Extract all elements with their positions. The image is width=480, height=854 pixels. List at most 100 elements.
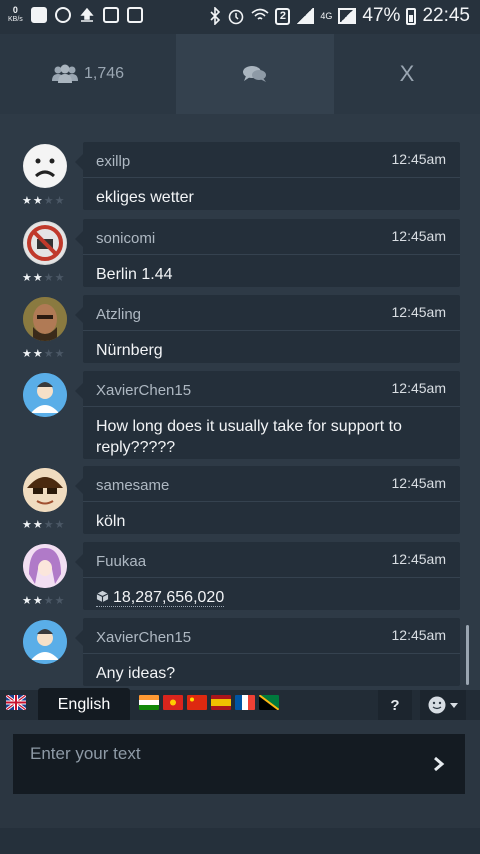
clock: 22:45 xyxy=(422,5,470,26)
message-bubble: XavierChen15 12:45am Any ideas? xyxy=(75,618,460,686)
battery-percent: 47% xyxy=(362,5,401,26)
chevron-down-icon xyxy=(450,702,458,708)
tab-close[interactable]: X xyxy=(334,34,480,114)
status-left: 0 KB/s xyxy=(8,6,143,24)
no-sign-icon xyxy=(24,222,66,264)
user-rating: ★★★★ xyxy=(22,519,66,531)
message-username[interactable]: sonicomi xyxy=(96,230,155,247)
avatar-photo[interactable] xyxy=(23,297,67,341)
message-username[interactable]: Fuukaa xyxy=(96,553,146,570)
signal-icon-2 xyxy=(338,8,357,24)
user-rating: ★★★★ xyxy=(22,195,66,207)
message-header: Fuukaa 12:45am xyxy=(83,542,460,578)
message-username[interactable]: samesame xyxy=(96,477,169,494)
status-bar: 0 KB/s 2 4G 47% 22:45 xyxy=(0,0,480,34)
network-speed-value: 0 xyxy=(12,5,18,15)
message-header: sonicomi 12:45am xyxy=(83,219,460,255)
message-text: Any ideas? xyxy=(96,665,176,682)
message-header: XavierChen15 12:45am xyxy=(83,371,460,407)
network-speed: 0 KB/s xyxy=(8,6,23,24)
status-right: 2 4G 47% 22:45 xyxy=(209,5,470,27)
avatar-default-user[interactable] xyxy=(23,620,67,664)
network-type: 4G xyxy=(320,10,333,21)
chat-tabs: 1,746 X xyxy=(0,34,480,114)
flag-france-icon[interactable] xyxy=(235,695,255,710)
message-header: XavierChen15 12:45am xyxy=(83,618,460,654)
chat-message-list[interactable]: ★★★★ exillp 12:45am ekliges wetter ★★★★ … xyxy=(0,140,480,690)
message-username[interactable]: Atzling xyxy=(96,306,141,323)
message-bubble: Atzling 12:45am Nürnberg xyxy=(75,295,460,363)
message-bubble: sonicomi 12:45am Berlin 1.44 xyxy=(75,219,460,287)
message-username[interactable]: XavierChen15 xyxy=(96,382,191,399)
message-time: 12:45am xyxy=(391,627,446,643)
message-time: 12:45am xyxy=(391,304,446,320)
user-rating: ★★★★ xyxy=(22,272,66,284)
coin-amount[interactable]: 18,287,656,020 xyxy=(96,589,225,607)
emoji-button[interactable] xyxy=(420,690,466,720)
message-username[interactable]: XavierChen15 xyxy=(96,629,191,646)
smiley-icon xyxy=(428,696,446,714)
message-header: exillp 12:45am xyxy=(83,142,460,178)
message-username[interactable]: exillp xyxy=(96,153,130,170)
avatar-anime[interactable] xyxy=(23,544,67,588)
tab-users[interactable]: 1,746 xyxy=(0,34,176,114)
flag-vietnam-icon[interactable] xyxy=(163,695,183,710)
message-time: 12:45am xyxy=(391,151,446,167)
flag-china-icon[interactable] xyxy=(187,695,207,710)
person-photo-icon xyxy=(23,297,67,341)
cartoon-face-icon xyxy=(23,468,67,512)
at-icon xyxy=(54,7,71,23)
close-icon: X xyxy=(399,61,415,86)
message-text: köln xyxy=(96,513,126,530)
message-input[interactable] xyxy=(13,734,413,794)
message-time: 12:45am xyxy=(391,475,446,491)
send-button[interactable] xyxy=(413,734,465,794)
voicemail-icon xyxy=(126,7,143,23)
message-bubble: XavierChen15 12:45am How long does it us… xyxy=(75,371,460,459)
message-bubble: Fuukaa 12:45am 18,287,656,020 xyxy=(75,542,460,610)
chat-icon xyxy=(243,66,266,82)
user-rating: ★★★★ xyxy=(22,595,66,607)
message-time: 12:45am xyxy=(391,551,446,567)
chevron-right-icon xyxy=(434,756,445,772)
image-icon xyxy=(102,7,119,23)
sad-face-icon xyxy=(24,145,66,187)
coin-amount-value: 18,287,656,020 xyxy=(113,589,225,606)
language-tooltip: English xyxy=(38,688,130,722)
alarm-icon xyxy=(229,9,244,25)
network-speed-unit: KB/s xyxy=(8,16,23,23)
battery-icon xyxy=(406,7,417,25)
users-count: 1,746 xyxy=(83,65,125,82)
users-icon xyxy=(51,64,78,83)
flag-india-icon[interactable] xyxy=(139,695,159,710)
anime-character-icon xyxy=(23,544,67,588)
flag-uk-icon[interactable] xyxy=(6,695,26,710)
help-button[interactable]: ? xyxy=(378,690,412,720)
message-text: How long does it usually take for suppor… xyxy=(96,418,402,456)
default-user-icon xyxy=(23,620,67,664)
avatar-default-user[interactable] xyxy=(23,373,67,417)
avatar-cartoon[interactable] xyxy=(23,468,67,512)
chat-scrollbar[interactable] xyxy=(466,625,469,685)
bluetooth-icon xyxy=(210,7,221,25)
message-composer xyxy=(0,720,480,828)
message-text: 18,287,656,020 xyxy=(83,578,460,618)
message-text: Nürnberg xyxy=(96,342,163,359)
message-header: samesame 12:45am xyxy=(83,466,460,502)
message-text: Berlin 1.44 xyxy=(96,266,173,283)
message-text: ekliges wetter xyxy=(96,189,194,206)
message-bubble: exillp 12:45am ekliges wetter xyxy=(75,142,460,210)
flag-other-icon[interactable] xyxy=(259,695,279,710)
wifi-icon xyxy=(251,8,269,20)
message-time: 12:45am xyxy=(391,380,446,396)
z-app-icon xyxy=(30,7,47,23)
user-rating: ★★★★ xyxy=(22,348,66,360)
avatar-no-sign[interactable] xyxy=(23,221,67,265)
flag-spain-icon[interactable] xyxy=(211,695,231,710)
message-time: 12:45am xyxy=(391,228,446,244)
signal-icon xyxy=(296,8,315,24)
tab-chat[interactable] xyxy=(176,34,334,114)
default-user-icon xyxy=(23,373,67,417)
message-header: Atzling 12:45am xyxy=(83,295,460,331)
avatar-sad-face[interactable] xyxy=(23,144,67,188)
